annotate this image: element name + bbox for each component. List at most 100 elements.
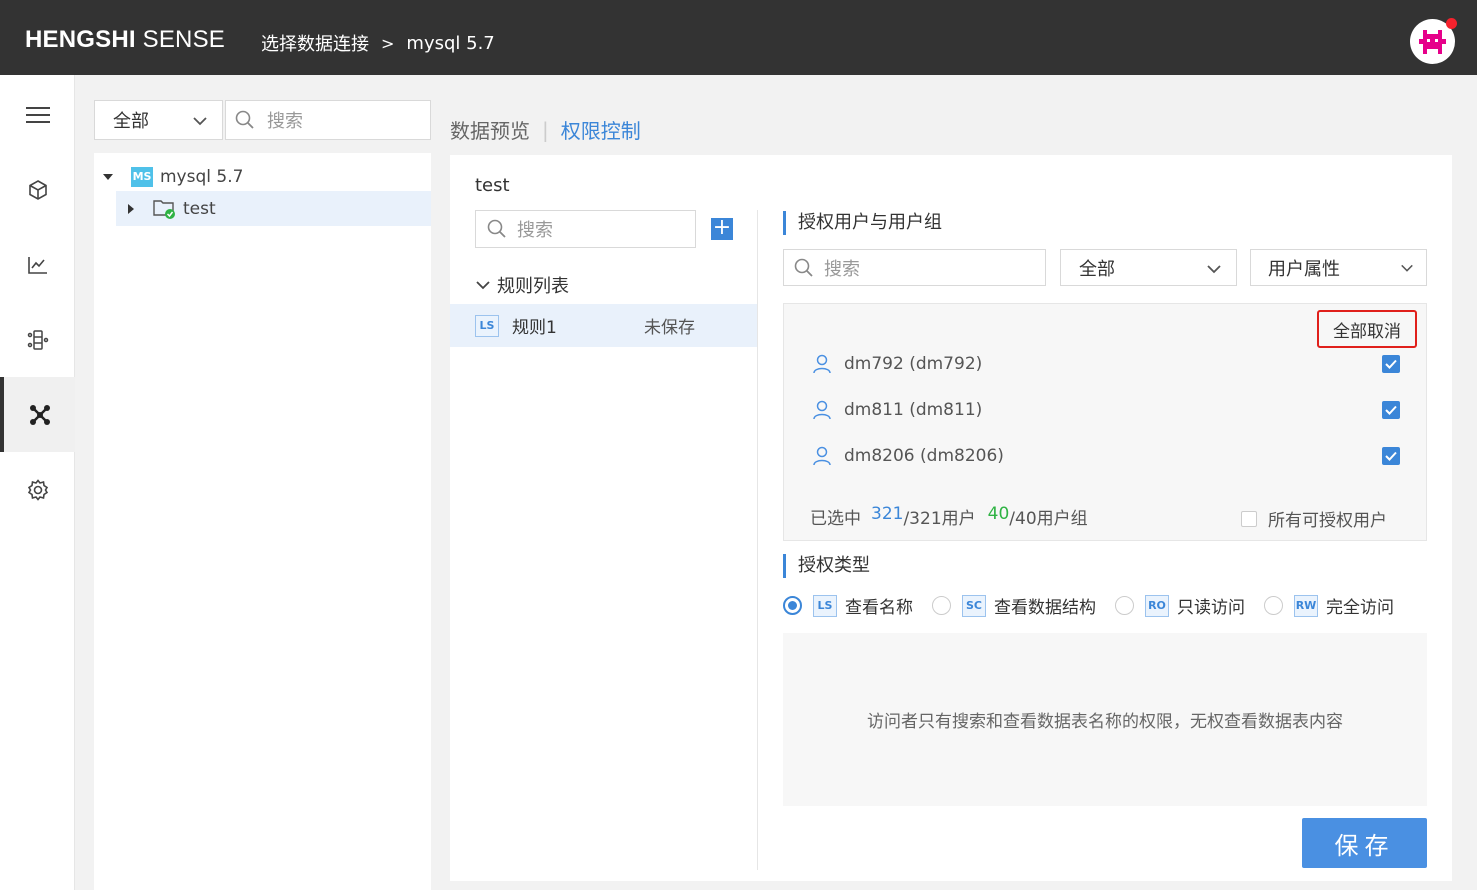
breadcrumb: 选择数据连接 > mysql 5.7 <box>261 30 495 56</box>
rule-item[interactable]: LS 规则1 未保存 <box>450 304 757 347</box>
search-icon <box>487 219 506 238</box>
check-icon <box>1385 405 1397 415</box>
auth-type-option-rw[interactable]: RW 完全访问 <box>1264 593 1394 618</box>
mysql-badge: MS <box>131 166 153 187</box>
breadcrumb-item-current: mysql 5.7 <box>406 32 495 54</box>
rule-search-input[interactable]: 搜索 <box>475 210 696 248</box>
connection-search-input[interactable]: 搜索 <box>225 100 431 140</box>
brand-rest: SENSE <box>142 26 225 53</box>
user-checkbox[interactable] <box>1382 447 1400 465</box>
cube-icon <box>28 179 47 200</box>
menu-button[interactable] <box>0 77 75 152</box>
check-icon <box>1385 359 1397 369</box>
chevron-down-icon <box>193 117 207 126</box>
tab-data-preview[interactable]: 数据预览 <box>450 115 530 144</box>
settings-icon <box>27 478 48 501</box>
deselect-all-button[interactable]: 全部取消 <box>1317 310 1417 348</box>
selection-prefix: 已选中 <box>810 509 861 529</box>
user-row[interactable]: dm792 (dm792) <box>812 349 982 379</box>
data-model-icon <box>27 329 48 350</box>
nav-item-charts[interactable] <box>0 227 75 302</box>
auth-type-label: 只读访问 <box>1177 598 1245 618</box>
selection-summary: 已选中 321 /321用户 40 /40用户组 <box>810 504 1088 529</box>
user-icon <box>813 446 831 466</box>
user-search-placeholder: 搜索 <box>824 258 860 280</box>
breadcrumb-separator: > <box>381 33 395 53</box>
ro-badge: RO <box>1145 594 1169 617</box>
user-label: dm811 (dm811) <box>844 400 983 420</box>
permission-panel: test 搜索 + 规则列表 LS 规则1 未保存 授权用户与用户组 搜索 全部… <box>450 155 1452 881</box>
user-icon <box>813 400 831 420</box>
radio-unselected[interactable] <box>932 596 951 615</box>
radio-selected[interactable] <box>783 596 802 615</box>
auth-type-description-text: 访问者只有搜索和查看数据表名称的权限，无权查看数据表内容 <box>867 712 1343 732</box>
network-icon <box>29 404 50 425</box>
user-row[interactable]: dm811 (dm811) <box>812 395 982 425</box>
rule-type-badge: LS <box>475 314 499 337</box>
user-attribute-select[interactable]: 用户属性 <box>1250 249 1427 286</box>
add-rule-button[interactable]: + <box>711 217 733 240</box>
brand-logo[interactable]: HENGSHI SENSE <box>25 26 225 54</box>
auth-type-option-sc[interactable]: SC 查看数据结构 <box>932 593 1096 618</box>
radio-unselected[interactable] <box>1264 596 1283 615</box>
tree-node-test[interactable]: test <box>116 191 431 226</box>
user-checkbox[interactable] <box>1382 355 1400 373</box>
all-authorizable-users-option[interactable]: 所有可授权用户 <box>1241 506 1387 531</box>
all-users-checkbox[interactable] <box>1241 510 1257 527</box>
connection-filter-value: 全部 <box>113 111 149 132</box>
schema-folder-icon <box>153 199 175 219</box>
notification-dot <box>1446 18 1457 29</box>
auth-type-label: 查看名称 <box>845 598 913 618</box>
user-label: dm792 (dm792) <box>844 354 983 374</box>
user-row[interactable]: dm8206 (dm8206) <box>812 441 1004 471</box>
rule-list-header[interactable]: 规则列表 <box>475 272 569 298</box>
connection-filter-select[interactable]: 全部 <box>94 100 223 140</box>
user-search-input[interactable]: 搜索 <box>783 249 1046 286</box>
tab-permission-control[interactable]: 权限控制 <box>561 115 641 144</box>
auth-type-label: 查看数据结构 <box>994 598 1096 618</box>
table-title: test <box>475 175 510 196</box>
caret-down-icon[interactable] <box>102 171 114 183</box>
users-selected-count: 321 <box>871 504 904 524</box>
user-scope-select[interactable]: 全部 <box>1060 249 1237 286</box>
groups-selected-count: 40 <box>987 504 1010 524</box>
column-divider <box>757 210 758 870</box>
search-icon <box>794 258 813 277</box>
user-list: 全部取消 dm792 (dm792) dm811 (dm811) dm8206 … <box>783 303 1427 541</box>
auth-type-description: 访问者只有搜索和查看数据表名称的权限，无权查看数据表内容 <box>783 633 1427 806</box>
radio-unselected[interactable] <box>1115 596 1134 615</box>
nav-item-data-model[interactable] <box>0 302 75 377</box>
caret-right-icon[interactable] <box>125 203 137 215</box>
user-icon <box>813 354 831 374</box>
avatar[interactable] <box>1410 18 1457 64</box>
tree-node-mysql[interactable]: MS mysql 5.7 <box>102 159 243 194</box>
chart-icon <box>27 256 47 274</box>
rule-list-label: 规则列表 <box>497 276 569 297</box>
connection-tree: MS mysql 5.7 test <box>94 153 431 890</box>
ls-badge: LS <box>813 594 837 617</box>
auth-type-label: 完全访问 <box>1326 598 1394 618</box>
save-button[interactable]: 保存 <box>1302 818 1427 868</box>
rw-badge: RW <box>1294 594 1318 617</box>
user-checkbox[interactable] <box>1382 401 1400 419</box>
menu-icon <box>25 106 50 123</box>
brand-bold: HENGSHI <box>25 26 136 53</box>
auth-type-option-ls[interactable]: LS 查看名称 <box>783 593 913 618</box>
check-icon <box>1385 451 1397 461</box>
auth-type-radio-group: LS 查看名称 SC 查看数据结构 RO 只读访问 RW 完全访问 <box>783 593 1413 618</box>
connection-search-placeholder: 搜索 <box>267 111 303 132</box>
auth-type-option-ro[interactable]: RO 只读访问 <box>1115 593 1245 618</box>
groups-total: /40用户组 <box>1009 509 1088 529</box>
tree-node-label: test <box>183 198 216 219</box>
all-users-label: 所有可授权用户 <box>1268 511 1387 531</box>
chevron-down-icon <box>1401 264 1413 272</box>
tree-node-label: mysql 5.7 <box>160 166 244 187</box>
nav-item-datasets[interactable] <box>0 152 75 227</box>
breadcrumb-item-connections[interactable]: 选择数据连接 <box>261 30 369 56</box>
tab-divider: | <box>542 117 549 142</box>
authorized-users-heading: 授权用户与用户组 <box>783 211 942 235</box>
users-total: /321用户 <box>903 509 976 529</box>
nav-item-settings[interactable] <box>0 452 75 527</box>
sc-badge: SC <box>962 594 986 617</box>
nav-item-connections[interactable] <box>0 377 75 452</box>
